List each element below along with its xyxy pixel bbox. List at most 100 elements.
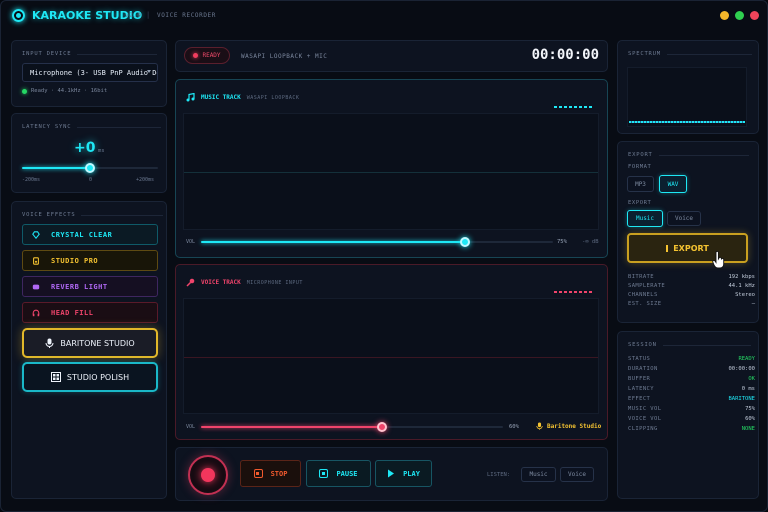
ready-indicator-icon: [22, 88, 27, 94]
info-row: BITRATE 192 kbps: [628, 274, 755, 280]
microphone-icon: [45, 338, 54, 348]
effect-reverb-light[interactable]: REVERB LIGHT: [22, 276, 158, 297]
speaker-icon: [33, 256, 39, 265]
music-track-title: MUSIC TRACK: [201, 94, 241, 101]
input-device-value: Microphone (3- USB PnP Audio Device): [30, 69, 157, 77]
music-volume-slider[interactable]: [201, 237, 553, 247]
music-track-panel: MUSIC TRACK WASAPI LOOPBACK VOL 75% -∞ d…: [175, 79, 608, 258]
hand-cursor-icon: [712, 251, 725, 269]
effect-head-fill[interactable]: HEAD FILL: [22, 302, 158, 323]
music-track-subtitle: WASAPI LOOPBACK: [246, 94, 300, 101]
voice-level-meter: [554, 291, 592, 293]
export-voice-button[interactable]: Voice: [667, 211, 701, 226]
music-level-meter: [554, 106, 592, 108]
mic-icon: [186, 278, 195, 287]
session-row: VOICE VOL 60%: [628, 416, 755, 422]
app-window: KARAOKE STUDIO v2.0 | VOICE RECORDER INP…: [0, 0, 768, 512]
stop-button[interactable]: STOP: [240, 460, 301, 487]
input-device-select[interactable]: Microphone (3- USB PnP Audio Device): [22, 63, 158, 82]
session-row: CLIPPING NONE: [628, 426, 755, 432]
voice-track-subtitle: MICROPHONE INPUT: [246, 279, 303, 286]
input-device-title: INPUT DEVICE: [22, 51, 72, 57]
export-button[interactable]: EXPORT: [627, 233, 748, 263]
listen-music-toggle[interactable]: Music: [521, 467, 556, 482]
play-button[interactable]: PLAY: [375, 460, 432, 487]
record-button[interactable]: [188, 455, 228, 495]
headphones-icon: [32, 309, 40, 316]
music-vol-label: VOL: [186, 239, 196, 245]
latency-panel: LATENCY SYNC +0 ms -200ms 0 +200ms: [11, 113, 167, 193]
voice-volume-slider[interactable]: [201, 422, 503, 432]
status-badge: READY: [184, 47, 230, 64]
voice-vol-label: VOL: [186, 424, 196, 430]
voice-track-title: VOICE TRACK: [201, 279, 241, 286]
session-row: BUFFER OK: [628, 376, 755, 382]
spectrum-baseline: [629, 121, 745, 123]
voice-effects-panel: VOICE EFFECTS CRYSTAL CLEAR STUDIO PRO R…: [11, 201, 167, 499]
latency-slider-thumb[interactable]: [85, 163, 95, 173]
format-wav-button[interactable]: WAV: [659, 175, 687, 193]
session-row: MUSIC VOL 75%: [628, 406, 755, 412]
voice-volume-thumb[interactable]: [377, 422, 388, 432]
voice-effect-label: Baritone Studio: [547, 422, 602, 430]
maximize-button[interactable]: [735, 11, 744, 20]
title-bar: KARAOKE STUDIO v2.0 | VOICE RECORDER: [1, 1, 767, 31]
session-title: SESSION: [628, 342, 657, 348]
timer: 00:00:00: [531, 47, 599, 63]
diamond-icon: [32, 230, 40, 239]
info-row: CHANNELS Stereo: [628, 292, 755, 298]
export-target-label: EXPORT: [628, 200, 652, 206]
transport-panel: STOP PAUSE PLAY LISTEN: Music Voice: [175, 447, 608, 501]
minimize-button[interactable]: [720, 11, 729, 20]
session-panel: SESSION STATUS READY DURATION 00:00:00 BUFFE…: [617, 331, 759, 499]
session-row: DURATION 00:00:00: [628, 366, 755, 372]
stop-icon: [253, 469, 263, 478]
info-row: EST. SIZE —: [628, 301, 755, 307]
listen-voice-toggle[interactable]: Voice: [560, 467, 594, 482]
app-version: v2.0: [125, 12, 142, 19]
export-icon: [666, 244, 669, 252]
music-vol-percent: 75%: [557, 239, 567, 245]
input-device-panel: INPUT DEVICE Microphone (3- USB PnP Audi…: [11, 40, 167, 107]
music-db-readout: -∞ dB: [582, 239, 599, 245]
voice-track-panel: VOICE TRACK MICROPHONE INPUT VOL 60% Bar…: [175, 264, 608, 440]
spectrum-title: SPECTRUM: [628, 51, 661, 57]
effect-baritone-studio-button[interactable]: BARITONE STUDIO: [22, 328, 158, 358]
pause-icon: [319, 469, 329, 478]
latency-unit: ms: [98, 148, 105, 154]
music-volume-thumb[interactable]: [460, 237, 470, 247]
export-music-button[interactable]: Music: [627, 210, 663, 227]
listen-label: LISTEN:: [487, 472, 511, 478]
format-mp3-button[interactable]: MP3: [627, 176, 654, 192]
latency-min-label: -200ms: [22, 177, 41, 183]
title-separator: |: [146, 11, 151, 19]
effect-crystal-clear[interactable]: CRYSTAL CLEAR: [22, 224, 158, 245]
spectrum-panel: SPECTRUM: [617, 40, 759, 134]
play-icon: [388, 469, 395, 478]
microphone-icon: [536, 422, 543, 430]
latency-slider[interactable]: [22, 163, 158, 173]
latency-title: LATENCY SYNC: [22, 124, 72, 130]
latency-max-label: +200ms: [136, 177, 155, 183]
info-row: SAMPLERATE 44.1 kHz: [628, 283, 755, 289]
export-panel: EXPORT FORMAT MP3 WAV EXPORT Music Voice…: [617, 141, 759, 323]
effect-studio-pro[interactable]: STUDIO PRO: [22, 250, 158, 271]
effect-studio-polish-button[interactable]: STUDIO POLISH: [22, 362, 158, 392]
session-row: STATUS READY: [628, 356, 755, 362]
source-label: WASAPI LOOPBACK + MIC: [241, 53, 328, 60]
pause-button[interactable]: PAUSE: [306, 460, 371, 487]
export-title: EXPORT: [628, 152, 653, 158]
app-logo-icon: [12, 9, 25, 22]
voice-vol-percent: 60%: [509, 424, 519, 430]
spectrum-display: [627, 67, 747, 127]
status-header: READY WASAPI LOOPBACK + MIC 00:00:00: [175, 40, 608, 72]
record-icon: [201, 468, 215, 482]
app-subtitle: VOICE RECORDER: [157, 12, 216, 19]
close-button[interactable]: [750, 11, 759, 20]
music-note-icon: [186, 93, 195, 102]
format-label: FORMAT: [628, 164, 652, 170]
chevron-down-icon: [147, 70, 151, 73]
music-waveform: [183, 113, 599, 230]
record-dot-icon: [193, 53, 199, 58]
voice-waveform: [183, 298, 599, 414]
